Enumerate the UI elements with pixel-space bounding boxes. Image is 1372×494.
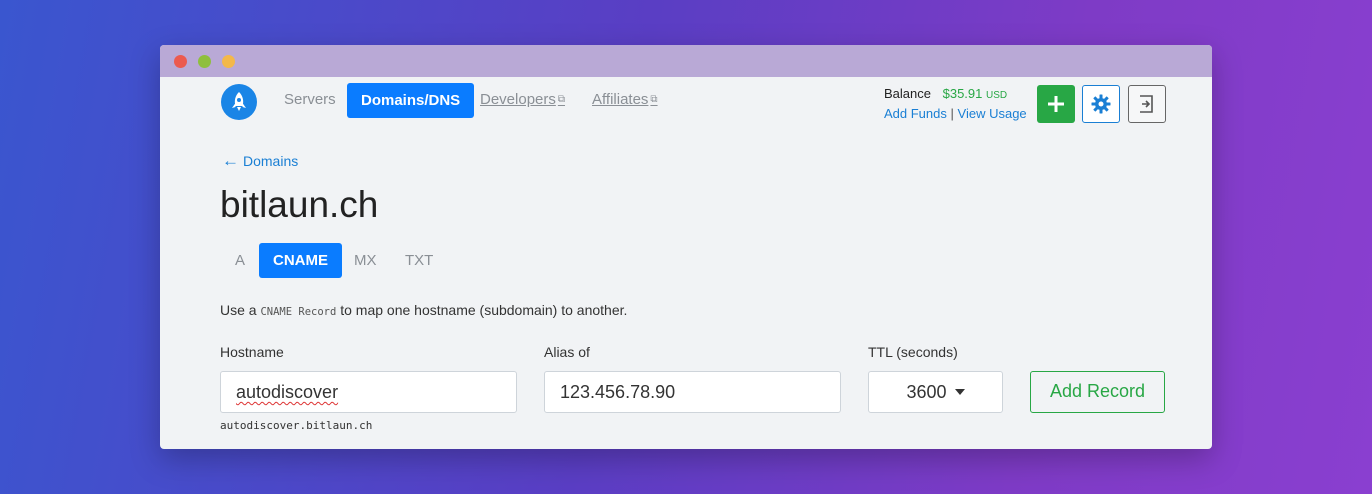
alias-input[interactable]: 123.456.78.90 [544,371,841,413]
add-record-button[interactable]: Add Record [1030,371,1165,413]
ttl-select[interactable]: 3600 [868,371,1003,413]
caret-down-icon [954,389,965,395]
browser-window: Servers Domains/DNS Developers ⧉ Affiliat… [160,45,1212,449]
add-funds-link[interactable]: Add Funds [884,106,947,121]
balance-panel: Balance $35.91 USD Add Funds | View Usag… [884,85,1027,123]
tab-txt[interactable]: TXT [405,243,433,278]
external-link-icon: ⧉ [650,94,658,105]
description-prefix: Use a [220,302,261,318]
tab-cname[interactable]: CNAME [259,243,342,278]
nav-affiliates[interactable]: Affiliates ⧉ [592,91,658,108]
hostname-value: autodiscover [236,382,339,402]
tab-a[interactable]: A [235,243,245,278]
logout-icon [1140,95,1153,113]
logout-button[interactable] [1128,85,1166,123]
alias-value: 123.456.78.90 [560,382,676,402]
description-code: CNAME Record [260,306,337,318]
maximize-window-button[interactable] [222,55,235,68]
close-window-button[interactable] [174,55,187,68]
balance-currency: USD [986,90,1008,101]
settings-button[interactable] [1082,85,1120,123]
description-suffix: to map one hostname (subdomain) to anoth… [336,302,628,318]
hostname-label: Hostname [220,344,284,360]
balance-label: Balance [884,86,931,101]
plus-icon [1048,96,1064,112]
ttl-label: TTL (seconds) [868,344,958,360]
alias-label: Alias of [544,344,590,360]
nav-developers-label: Developers [480,91,556,108]
breadcrumb-label: Domains [243,153,299,169]
ttl-value: 3600 [906,382,947,402]
gear-icon [1091,94,1111,114]
nav-domains-dns[interactable]: Domains/DNS [347,83,475,118]
nav-developers[interactable]: Developers ⧉ [480,91,565,108]
hostname-preview: autodiscover.bitlaun.ch [220,419,373,432]
external-link-icon: ⧉ [557,94,566,105]
nav-servers[interactable]: Servers [284,91,336,108]
minimize-window-button[interactable] [198,55,211,68]
balance-separator: | [950,106,954,121]
nav-affiliates-label: Affiliates [592,91,649,108]
page-title: bitlaun.ch [220,184,379,225]
hostname-input[interactable]: autodiscover [220,371,517,413]
rocket-logo-icon[interactable] [221,84,257,120]
back-to-domains-link[interactable]: ← Domains [222,151,298,171]
tab-mx[interactable]: MX [354,243,377,278]
record-description: Use a CNAME Record to map one hostname (… [220,302,627,318]
balance-amount: $35.91 [942,86,983,101]
top-nav: Servers Domains/DNS Developers ⧉ Affiliat… [160,77,1212,137]
create-button[interactable] [1037,85,1075,123]
view-usage-link[interactable]: View Usage [958,106,1027,121]
title-bar [160,45,1212,77]
arrow-left-icon: ← [222,151,239,170]
